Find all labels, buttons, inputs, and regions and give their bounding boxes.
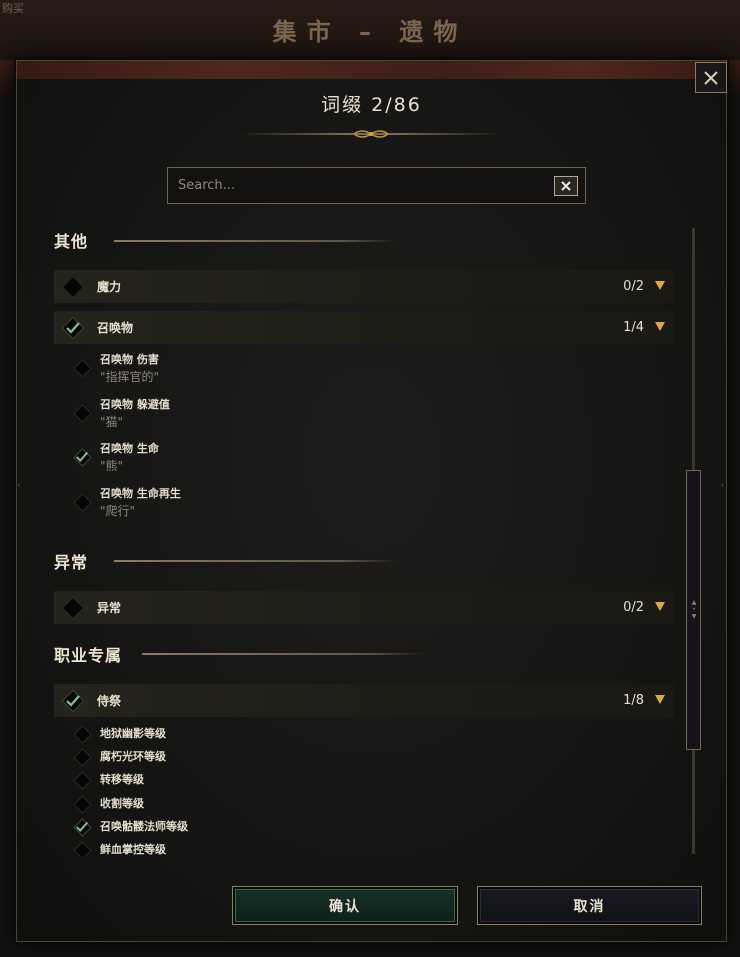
affix-name: 召唤物 伤害 <box>100 353 159 366</box>
chevron-down-icon[interactable] <box>654 601 666 612</box>
section-label: 其他 <box>54 232 89 251</box>
affix-checkbox[interactable] <box>72 817 92 837</box>
category-checkbox[interactable] <box>61 596 85 620</box>
category-checkbox[interactable] <box>61 275 85 299</box>
category-count: 1/4 <box>623 320 644 335</box>
affix-list: 其他 魔力 0/2 召唤物 1/4 召唤物 伤害 "指挥官的" 召唤物 躲避值 … <box>54 224 674 856</box>
affix-name: 召唤物 生命再生 <box>100 487 181 500</box>
category-checkbox[interactable] <box>61 689 85 713</box>
affix-item[interactable]: 转移等级 <box>72 769 144 791</box>
section-label: 异常 <box>54 553 89 572</box>
affix-name: 转移等级 <box>100 773 144 786</box>
affix-checkbox[interactable] <box>72 447 92 467</box>
section-header-other: 其他 <box>54 225 88 255</box>
category-label: 异常 <box>97 601 122 615</box>
section-header-class-specific: 职业专属 <box>54 639 122 669</box>
affix-item[interactable]: 收割等级 <box>72 793 144 815</box>
clear-search-icon <box>561 181 571 191</box>
category-label: 魔力 <box>97 280 122 294</box>
close-icon <box>704 70 718 85</box>
search-input[interactable] <box>178 168 538 203</box>
affix-name: 召唤物 躲避值 <box>100 398 170 411</box>
affix-checkbox[interactable] <box>72 794 92 814</box>
affix-name: 收割等级 <box>100 797 144 810</box>
page: 购买 集市 – 遗物 词缀 2/86 其他 魔力 0/2 <box>0 0 740 957</box>
frame-ornament-left: ‹ <box>17 480 21 491</box>
category-count: 0/2 <box>623 600 644 615</box>
checkmark-icon <box>75 821 89 832</box>
category-row-acolyte[interactable]: 侍祭 1/8 <box>54 684 674 717</box>
grip-icon: ▲ • ▼ <box>691 599 697 620</box>
cancel-button[interactable]: 取消 <box>477 886 702 925</box>
background-page-title: 集市 – 遗物 <box>272 18 468 46</box>
affix-item[interactable]: 召唤物 生命 "熊" <box>72 441 159 475</box>
section-header-ailments: 异常 <box>54 546 88 576</box>
clear-search-button[interactable] <box>554 176 578 196</box>
section-divider <box>114 560 398 562</box>
affix-checkbox[interactable] <box>72 358 92 378</box>
category-count: 0/2 <box>623 279 644 294</box>
affix-description: "熊" <box>100 459 124 473</box>
chevron-down-icon[interactable] <box>654 321 666 332</box>
section-divider <box>142 653 424 655</box>
title-ornament-icon <box>353 130 389 138</box>
category-row-minions[interactable]: 召唤物 1/4 <box>54 311 674 344</box>
affix-description: "猫" <box>100 415 124 429</box>
category-label: 侍祭 <box>97 694 122 708</box>
affix-checkbox[interactable] <box>72 840 92 856</box>
affix-item[interactable]: 地狱幽影等级 <box>72 723 166 745</box>
affix-description: "爬行" <box>100 504 136 518</box>
confirm-button[interactable]: 确认 <box>232 886 458 925</box>
category-row-mana[interactable]: 魔力 0/2 <box>54 270 674 303</box>
affix-checkbox[interactable] <box>72 403 92 423</box>
affix-item[interactable]: 召唤物 伤害 "指挥官的" <box>72 352 159 386</box>
affix-checkbox[interactable] <box>72 770 92 790</box>
section-divider <box>114 240 398 242</box>
affix-name: 召唤骷髅法师等级 <box>100 820 188 833</box>
category-row-ailments[interactable]: 异常 0/2 <box>54 591 674 624</box>
close-button[interactable] <box>695 62 727 93</box>
affix-description: "指挥官的" <box>100 370 160 384</box>
category-count: 1/8 <box>623 693 644 708</box>
checkmark-icon <box>66 321 80 334</box>
affix-name: 召唤物 生命 <box>100 442 159 455</box>
affix-item[interactable]: 召唤骷髅法师等级 <box>72 816 188 838</box>
scrollbar-thumb[interactable]: ▲ • ▼ <box>686 470 701 750</box>
affix-name: 地狱幽影等级 <box>100 727 166 740</box>
section-label: 职业专属 <box>54 646 123 665</box>
checkmark-icon <box>75 451 89 462</box>
dialog-title: 词缀 2/86 <box>321 94 422 116</box>
affix-name: 鲜血掌控等级 <box>100 843 166 856</box>
affix-item[interactable]: 召唤物 躲避值 "猫" <box>72 397 170 431</box>
affix-checkbox[interactable] <box>72 747 92 767</box>
checkmark-icon <box>66 694 80 707</box>
affix-item[interactable]: 召唤物 生命再生 "爬行" <box>72 486 181 520</box>
search-box <box>167 167 586 204</box>
affix-name: 腐朽光环等级 <box>100 750 166 763</box>
dialog-crest-banner <box>17 61 726 79</box>
frame-ornament-right: › <box>720 480 724 491</box>
chevron-down-icon[interactable] <box>654 280 666 291</box>
category-checkbox[interactable] <box>61 316 85 340</box>
category-label: 召唤物 <box>97 321 134 335</box>
affix-item[interactable]: 鲜血掌控等级 <box>72 839 166 856</box>
affix-item[interactable]: 腐朽光环等级 <box>72 746 166 768</box>
affix-checkbox[interactable] <box>72 492 92 512</box>
chevron-down-icon[interactable] <box>654 694 666 705</box>
affix-checkbox[interactable] <box>72 724 92 744</box>
